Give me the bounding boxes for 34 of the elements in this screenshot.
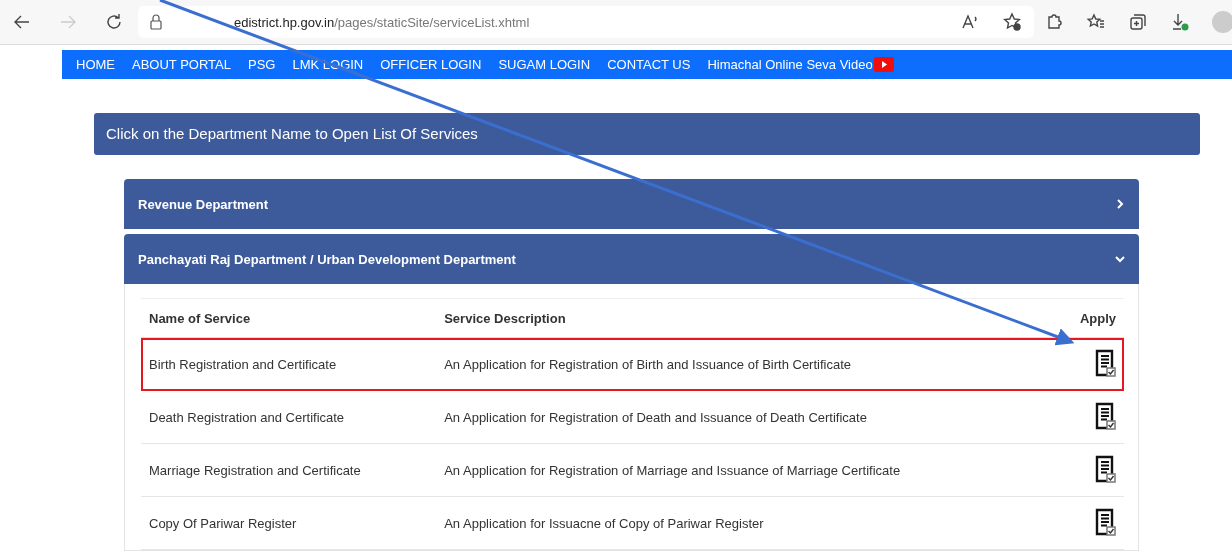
department-header[interactable]: Revenue Department [124,179,1139,229]
nav-link[interactable]: PSG [248,57,276,72]
add-favorite-icon[interactable] [1002,12,1022,32]
service-description: An Application for Registration of Birth and Issuance of Birth Certificate [444,356,851,372]
apply-form-icon[interactable] [1094,453,1116,484]
service-name: Death Registration and Certificate [149,409,345,425]
column-header: Apply [1079,310,1116,326]
column-header: Service Description [444,310,566,326]
address-bar[interactable]: edistrict.hp.gov.in/pages/staticSite/serviceList.xhtml [138,6,1034,38]
lock-icon [150,14,162,30]
service-name: Birth Registration and Certificate [149,356,337,372]
nav-link[interactable]: Himachal Online Seva Video [707,57,873,72]
nav-link[interactable]: HOME [76,57,115,72]
download-icon[interactable] [1170,12,1190,32]
nav-link[interactable]: ABOUT PORTAL [132,57,231,72]
apply-form-icon[interactable] [1094,506,1116,537]
department-header[interactable]: Panchayati Raj Department / Urban Development Department [124,234,1139,284]
column-header: Name of Service [149,310,251,326]
nav-link[interactable]: OFFICER LOGIN [380,57,482,72]
collections-icon[interactable] [1128,12,1148,32]
service-description: An Application for Registration of Death and Issuance of Death Certificate [444,409,867,425]
apply-form-icon[interactable] [1094,400,1116,431]
apply-form-icon[interactable] [1094,347,1116,378]
nav-link[interactable]: CONTACT US [607,57,691,72]
service-name: Marriage Registration and Certificate [149,462,361,478]
service-name: Copy Of Pariwar Register [149,515,297,531]
chevron-icon [1115,199,1125,209]
instruction-banner: Click on the Department Name to Open List Of Services [94,113,1200,155]
video-play-icon[interactable] [873,57,894,72]
refresh-icon[interactable] [104,12,124,32]
service-description: An Application for Issuacne of Copy of Pariwar Register [444,515,764,531]
chevron-icon [1115,254,1125,264]
service-description: An Application for Registration of Marriage and Issuance of Marriage Certificate [444,462,901,478]
nav-link[interactable]: SUGAM LOGIN [498,57,591,72]
